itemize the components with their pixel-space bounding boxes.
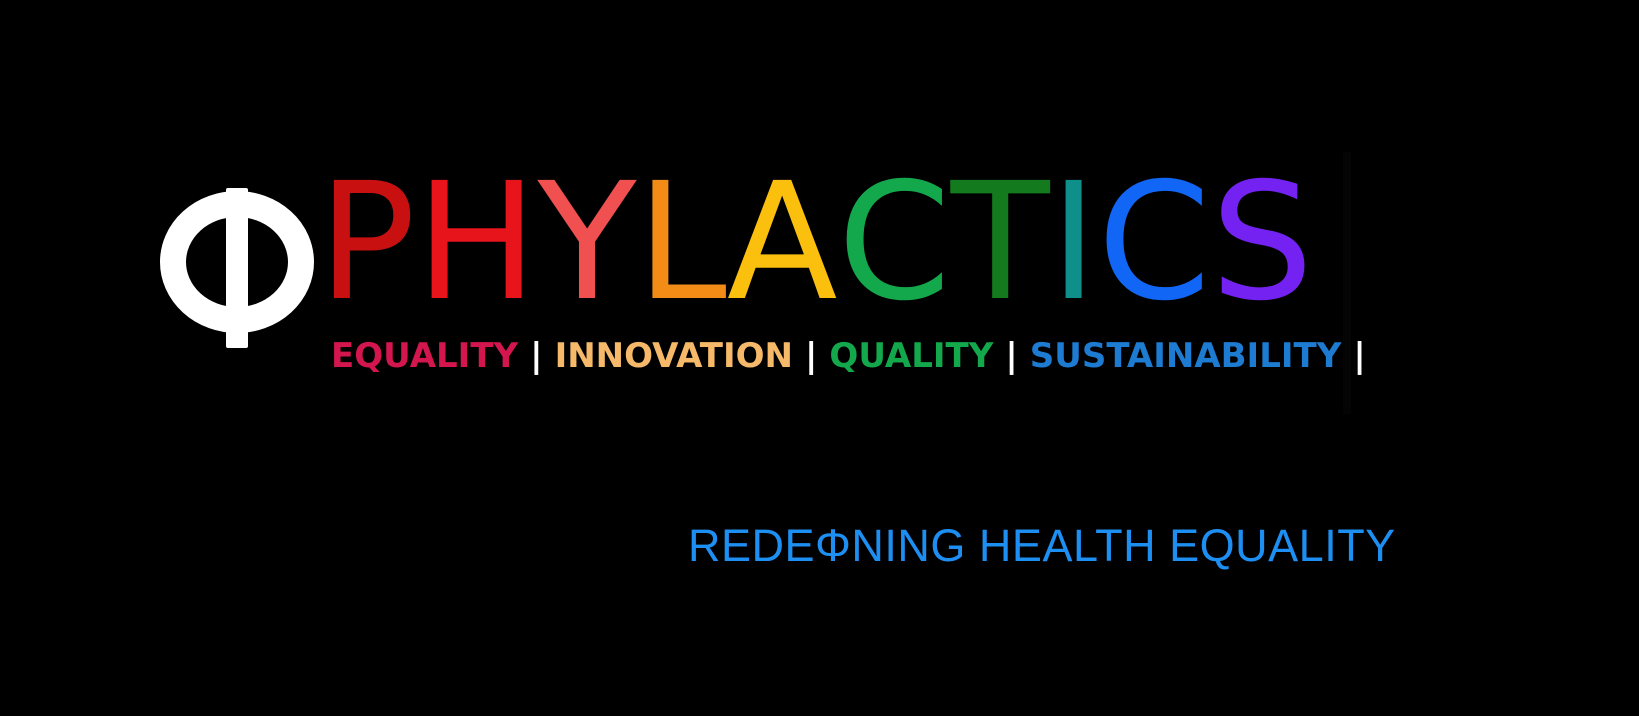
tagline-item: QUALITY bbox=[829, 336, 994, 376]
tagline-separator: | bbox=[805, 336, 818, 376]
tagline-item: SUSTAINABILITY bbox=[1029, 336, 1342, 376]
wordmark-letter: C bbox=[837, 149, 951, 337]
wordmark-letter: Y bbox=[537, 149, 637, 337]
divider bbox=[1343, 152, 1351, 414]
slogan: REDEΦNING HEALTH EQUALITY bbox=[688, 520, 1396, 571]
values-tagline: EQUALITY | INNOVATION | QUALITY | SUSTAINABILI… bbox=[331, 336, 1378, 376]
tagline-item: EQUALITY bbox=[331, 336, 519, 376]
tagline-separator: | bbox=[1005, 336, 1018, 376]
tagline-separator: | bbox=[1353, 336, 1366, 376]
wordmark-letter: C bbox=[1097, 149, 1211, 337]
wordmark-letter: H bbox=[415, 149, 538, 337]
wordmark-letter: S bbox=[1210, 149, 1314, 337]
logo: PHYLACTICS bbox=[160, 149, 1314, 350]
wordmark-letter: I bbox=[1049, 149, 1098, 337]
tagline-item: INNOVATION bbox=[554, 336, 793, 376]
wordmark-letter: A bbox=[726, 149, 838, 337]
wordmark-letter: T bbox=[950, 149, 1050, 337]
tagline-separator: | bbox=[530, 336, 543, 376]
brand-wordmark: PHYLACTICS bbox=[318, 149, 1314, 337]
brand-banner: PHYLACTICS EQUALITY | INNOVATION | QUALITY | S… bbox=[0, 0, 1639, 716]
wordmark-letter: P bbox=[318, 149, 416, 337]
phi-symbol-icon bbox=[160, 170, 318, 348]
wordmark-letter: L bbox=[636, 149, 727, 337]
